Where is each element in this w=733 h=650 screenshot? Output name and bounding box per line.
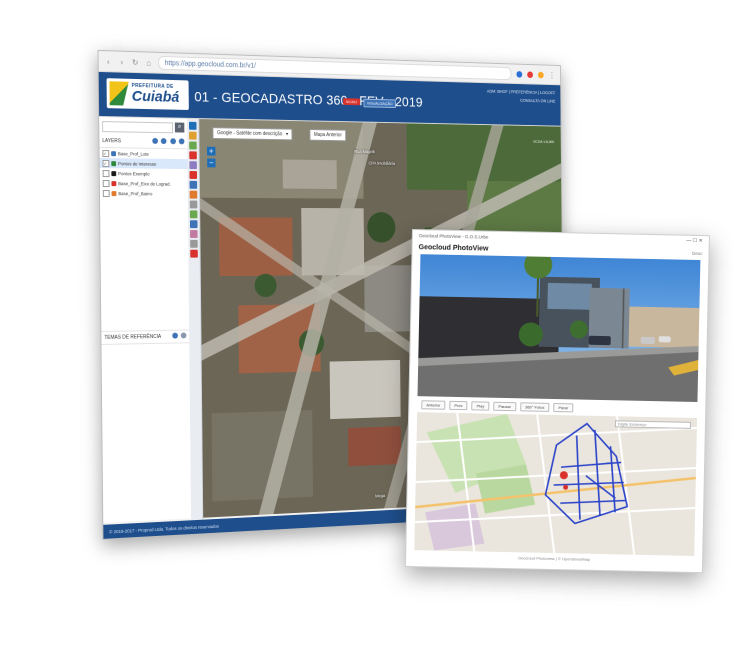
measure-tool-icon[interactable] <box>189 161 197 170</box>
logo-mark-icon <box>109 81 129 105</box>
photoview-control-button[interactable]: Próx <box>449 400 468 410</box>
layer-type-icon <box>111 180 117 186</box>
layer-label: Base_Prof_Bairro <box>118 190 153 196</box>
layers-tool-icon[interactable] <box>189 131 197 140</box>
photoview-control-button[interactable]: Anterior <box>421 399 446 410</box>
layers-panel: ⌕ LAYERS ✓ Base_Prof_Lote ✓ Pontos de Inter… <box>99 116 192 523</box>
references-section: TEMAS DE REFERÊNCIA <box>101 329 190 345</box>
map-label: CPA Imobiliária <box>368 160 396 166</box>
layer-label: Base_Prof_Eixo de Lograd. <box>118 180 171 187</box>
reload-icon[interactable]: ↻ <box>131 57 139 66</box>
edit-icon[interactable] <box>152 137 158 144</box>
references-title: TEMAS DE REFERÊNCIA <box>104 333 162 341</box>
photoview-window-title: Geocloud PhotoView - G.O.S.Urbe <box>418 232 489 240</box>
edit-tool-icon[interactable] <box>189 190 198 199</box>
mode-badge[interactable]: VISUALIZAÇÃO <box>363 98 397 109</box>
extension-icon[interactable] <box>527 70 534 78</box>
clear-tool-icon[interactable] <box>190 249 198 258</box>
photoview-control-button[interactable]: Play <box>471 400 490 411</box>
city-logo: PREFEITURA DE Cuiabá <box>106 78 189 110</box>
extension-icon[interactable] <box>516 70 523 78</box>
layer-checkbox[interactable] <box>102 189 110 197</box>
layer-search-button[interactable]: ⌕ <box>174 122 185 133</box>
photoview-control-button[interactable]: Parar <box>553 402 574 412</box>
zoom-out-button[interactable]: − <box>207 158 216 168</box>
layer-type-icon <box>111 150 117 156</box>
map-scale: SCDA 1:6,000 <box>533 138 555 144</box>
layer-checkbox[interactable] <box>102 179 110 187</box>
remove-reference-icon[interactable] <box>180 332 187 339</box>
logo-city-text: Cuiabá <box>131 87 180 106</box>
draw-tool-icon[interactable] <box>189 171 198 179</box>
back-icon[interactable]: ‹ <box>104 57 112 66</box>
layer-item[interactable]: Base_Prof_Bairro <box>100 188 188 199</box>
online-query-link[interactable]: CONSULTA ON LINE <box>487 95 556 105</box>
photoview-map[interactable]: Digite Endereço <box>414 412 698 556</box>
basemap-select-value: Google - Satélite com descrição <box>217 130 283 138</box>
extension-icon[interactable] <box>537 71 544 78</box>
street-photo-image <box>417 254 701 403</box>
map-label: Rua Magelli <box>354 149 376 155</box>
layer-checkbox[interactable] <box>102 169 110 177</box>
export-tool-icon[interactable] <box>190 239 198 248</box>
street-map-image <box>414 412 698 556</box>
zoom-in-button[interactable]: + <box>207 146 216 156</box>
street-photo[interactable] <box>417 254 701 403</box>
pin-tool-icon[interactable] <box>189 151 197 160</box>
photoview-control-button[interactable]: 360° Fotos <box>519 401 550 412</box>
home-icon[interactable]: ⌂ <box>145 58 153 67</box>
layer-search-input[interactable] <box>102 120 174 133</box>
layer-label: Base_Prof_Lote <box>117 150 149 157</box>
status-badge[interactable]: SIGNO <box>343 98 360 106</box>
previous-map-button[interactable]: Mapa Anterior <box>309 129 347 142</box>
layer-list: ✓ Base_Prof_Lote ✓ Pontos de Interesse Ponto… <box>99 148 188 199</box>
print-tool-icon[interactable] <box>189 220 198 229</box>
previous-map-label: Mapa Anterior <box>313 132 342 139</box>
layer-search: ⌕ <box>99 117 187 137</box>
area-tool-icon[interactable] <box>189 210 198 219</box>
layer-type-icon <box>111 190 117 196</box>
settings-icon[interactable] <box>161 138 167 145</box>
collapse-icon[interactable] <box>188 121 197 130</box>
photoview-title: Geocloud PhotoView <box>418 243 489 253</box>
copyright-text: © 2019-2017 - Proprod Ltda. Todos os dir… <box>109 523 220 535</box>
photoview-window: Geocloud PhotoView - G.O.S.Urbe — ☐ ✕ Ge… <box>404 229 710 574</box>
remove-icon[interactable] <box>178 138 185 145</box>
layer-label: Pontos de Interesse <box>117 160 157 167</box>
user-links: ADM: BHOF | PREFERÊNCIA | LOGOFF CONSULT… <box>487 87 556 105</box>
menu-icon[interactable]: ⋮ <box>549 71 556 79</box>
references-header: TEMAS DE REFERÊNCIA <box>101 329 190 345</box>
layers-title: LAYERS <box>102 138 122 145</box>
identify-tool-icon[interactable] <box>189 141 197 150</box>
add-reference-icon[interactable] <box>171 332 178 339</box>
select-tool-icon[interactable] <box>189 180 198 189</box>
layer-checkbox[interactable]: ✓ <box>102 149 110 157</box>
photoview-right-label: Geoc <box>691 250 703 256</box>
chevron-down-icon: ▾ <box>285 131 289 138</box>
map-label: Mega <box>375 493 386 499</box>
basemap-select[interactable]: Google - Satélite com descrição ▾ <box>212 127 293 141</box>
layer-checkbox[interactable]: ✓ <box>102 159 110 167</box>
layers-header: LAYERS <box>99 134 188 150</box>
photoview-control-button[interactable]: Pausar <box>493 401 517 411</box>
address-text: https://app.geocloud.com.br/v1/ <box>164 59 256 70</box>
ruler-tool-icon[interactable] <box>189 200 198 209</box>
layer-type-icon <box>111 160 117 166</box>
layer-type-icon <box>111 170 117 176</box>
address-search-placeholder: Digite Endereço <box>617 421 647 427</box>
forward-icon[interactable]: › <box>118 57 126 66</box>
photo-tool-icon[interactable] <box>190 230 198 238</box>
window-controls-icon[interactable]: — ☐ ✕ <box>686 238 703 244</box>
layer-label: Pontos Exemplo <box>118 170 150 177</box>
add-icon[interactable] <box>169 138 176 145</box>
